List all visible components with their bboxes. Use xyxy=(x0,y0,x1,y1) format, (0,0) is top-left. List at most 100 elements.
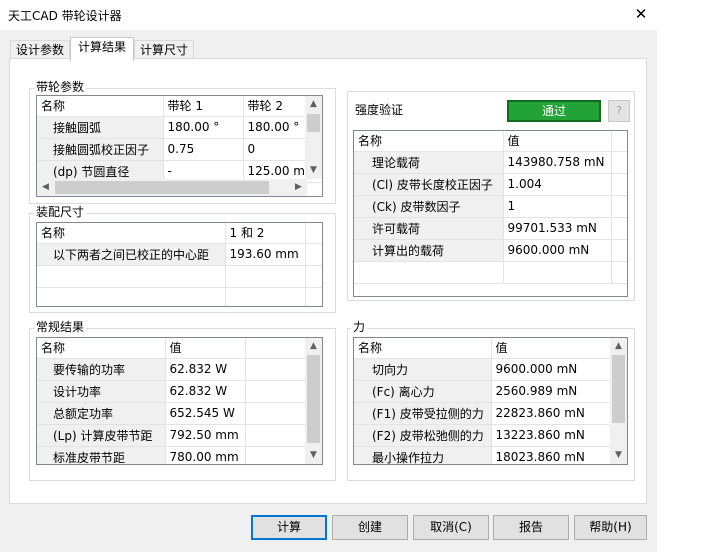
table-row[interactable]: 最小操作拉力 18023.860 mN xyxy=(354,446,611,464)
scroll-up-icon[interactable]: ▲ xyxy=(305,96,322,113)
header-name[interactable]: 名称 xyxy=(37,96,164,117)
assembly-grid[interactable]: 名称 1 和 2 以下两者之间已校正的中心距 193.60 mm xyxy=(36,222,323,307)
table-row[interactable]: (Ck) 皮带数因子 1 xyxy=(354,195,627,218)
belt-params-vscroll[interactable]: ▲ ▼ xyxy=(305,96,322,179)
force-vscroll[interactable]: ▲ ▼ xyxy=(610,338,627,464)
table-row[interactable]: 切向力 9600.000 mN xyxy=(354,358,611,381)
scroll-left-icon[interactable]: ◀ xyxy=(37,179,54,196)
strength-grid[interactable]: 名称 值 理论载荷 143980.758 mN (Cl) 皮带长度校正因子 1.… xyxy=(353,130,628,297)
scroll-thumb[interactable] xyxy=(612,355,625,423)
cell-filler xyxy=(611,151,627,174)
header-filler xyxy=(245,338,308,359)
help-icon[interactable]: ? xyxy=(608,100,630,122)
cancel-button[interactable]: 取消(C) xyxy=(413,515,489,540)
row-name: 接触圆弧校正因子 xyxy=(37,138,164,161)
scroll-thumb[interactable] xyxy=(307,114,320,132)
cell-value: 1.004 xyxy=(503,173,612,196)
header-name[interactable]: 名称 xyxy=(354,338,492,359)
row-name: 计算出的载荷 xyxy=(354,239,504,262)
cell-empty xyxy=(225,287,306,306)
cell-empty xyxy=(305,265,322,288)
grid-header: 名称 值 xyxy=(354,338,611,359)
table-row[interactable]: (Cl) 皮带长度校正因子 1.004 xyxy=(354,173,627,196)
row-name: 总额定功率 xyxy=(37,402,166,425)
general-vscroll[interactable]: ▲ ▼ xyxy=(305,338,322,464)
header-name[interactable]: 名称 xyxy=(37,223,226,244)
table-row-empty xyxy=(37,265,322,288)
grid-header: 名称 值 xyxy=(354,131,627,152)
row-name: (Lp) 计算皮带节距 xyxy=(37,424,166,447)
row-name: (Fc) 离心力 xyxy=(354,380,492,403)
grid-header: 名称 1 和 2 xyxy=(37,223,322,244)
table-row[interactable]: 接触圆弧校正因子 0.75 0 xyxy=(37,138,322,161)
cell-value: 780.00 mm xyxy=(165,446,246,464)
table-row[interactable]: (Lp) 计算皮带节距 792.50 mm xyxy=(37,424,308,447)
table-row[interactable]: 总额定功率 652.545 W xyxy=(37,402,308,425)
cell-value: 143980.758 mN xyxy=(503,151,612,174)
row-name: 设计功率 xyxy=(37,380,166,403)
general-grid[interactable]: 名称 值 要传输的功率 62.832 W 设计功率 62.832 W 总额定功率… xyxy=(36,337,323,465)
table-row[interactable]: (F1) 皮带受拉侧的力 22823.860 mN xyxy=(354,402,611,425)
table-row[interactable]: 许可载荷 99701.533 mN xyxy=(354,217,627,240)
scroll-thumb[interactable] xyxy=(55,181,269,194)
header-value[interactable]: 值 xyxy=(165,338,246,359)
scroll-thumb[interactable] xyxy=(307,355,320,443)
table-row[interactable]: 接触圆弧 180.00 ° 180.00 ° xyxy=(37,116,322,139)
scroll-down-icon[interactable]: ▼ xyxy=(305,447,322,464)
table-row[interactable]: (Fc) 离心力 2560.989 mN xyxy=(354,380,611,403)
header-name[interactable]: 名称 xyxy=(354,131,504,152)
belt-params-table: 名称 带轮 1 带轮 2 接触圆弧 180.00 ° 180.00 ° 接触圆弧… xyxy=(37,96,322,183)
table-row[interactable]: 设计功率 62.832 W xyxy=(37,380,308,403)
row-name: 许可载荷 xyxy=(354,217,504,240)
scroll-right-icon[interactable]: ▶ xyxy=(290,179,307,196)
cell-value: 652.545 W xyxy=(165,402,246,425)
cell-value: 99701.533 mN xyxy=(503,217,612,240)
scroll-down-icon[interactable]: ▼ xyxy=(305,162,322,179)
create-button[interactable]: 创建 xyxy=(332,515,408,540)
report-button[interactable]: 报告 xyxy=(493,515,569,540)
cell-empty xyxy=(305,287,322,306)
row-name: 切向力 xyxy=(354,358,492,381)
cell-value: 22823.860 mN xyxy=(491,402,611,425)
belt-params-hscroll[interactable]: ◀ ▶ xyxy=(37,179,307,196)
close-icon[interactable]: ✕ xyxy=(626,3,656,25)
assembly-title: 装配尺寸 xyxy=(34,205,87,219)
scroll-up-icon[interactable]: ▲ xyxy=(305,338,322,355)
header-pair[interactable]: 1 和 2 xyxy=(225,223,306,244)
header-value[interactable]: 值 xyxy=(503,131,612,152)
cell-filler xyxy=(611,239,627,262)
table-row[interactable]: 理论载荷 143980.758 mN xyxy=(354,151,627,174)
header-pulley-1[interactable]: 带轮 1 xyxy=(163,96,244,117)
cell-value: 1 xyxy=(503,195,612,218)
cell-value: 0.75 xyxy=(163,138,244,161)
cell-empty xyxy=(37,287,226,306)
cell-empty xyxy=(354,261,504,284)
row-name: 以下两者之间已校正的中心距 xyxy=(37,243,226,266)
cell-empty xyxy=(225,265,306,288)
cell-value: 180.00 ° xyxy=(163,116,244,139)
row-name: 最小操作拉力 xyxy=(354,446,492,464)
calculate-button[interactable]: 计算 xyxy=(251,515,327,540)
cell-filler xyxy=(245,424,308,447)
row-name: (F2) 皮带松弛侧的力 xyxy=(354,424,492,447)
cell-filler xyxy=(611,173,627,196)
cell-value: 62.832 W xyxy=(165,380,246,403)
belt-params-grid[interactable]: 名称 带轮 1 带轮 2 接触圆弧 180.00 ° 180.00 ° 接触圆弧… xyxy=(36,95,323,197)
table-row[interactable]: 以下两者之间已校正的中心距 193.60 mm xyxy=(37,243,322,266)
cell-value: 18023.860 mN xyxy=(491,446,611,464)
tab-calc-results[interactable]: 计算结果 xyxy=(70,37,134,61)
table-row[interactable]: (F2) 皮带松弛侧的力 13223.860 mN xyxy=(354,424,611,447)
header-value[interactable]: 值 xyxy=(491,338,611,359)
scroll-down-icon[interactable]: ▼ xyxy=(610,447,627,464)
table-row[interactable]: 标准皮带节距 780.00 mm xyxy=(37,446,308,464)
window-title: 天工CAD 带轮设计器 xyxy=(8,9,122,23)
grid-header: 名称 带轮 1 带轮 2 xyxy=(37,96,322,117)
cell-filler xyxy=(611,195,627,218)
table-row[interactable]: 计算出的载荷 9600.000 mN xyxy=(354,239,627,262)
help-button[interactable]: 帮助(H) xyxy=(574,515,647,540)
cell-filler xyxy=(245,446,308,464)
force-grid[interactable]: 名称 值 切向力 9600.000 mN (Fc) 离心力 2560.989 m… xyxy=(353,337,628,465)
scroll-up-icon[interactable]: ▲ xyxy=(610,338,627,355)
table-row[interactable]: 要传输的功率 62.832 W xyxy=(37,358,308,381)
header-name[interactable]: 名称 xyxy=(37,338,166,359)
